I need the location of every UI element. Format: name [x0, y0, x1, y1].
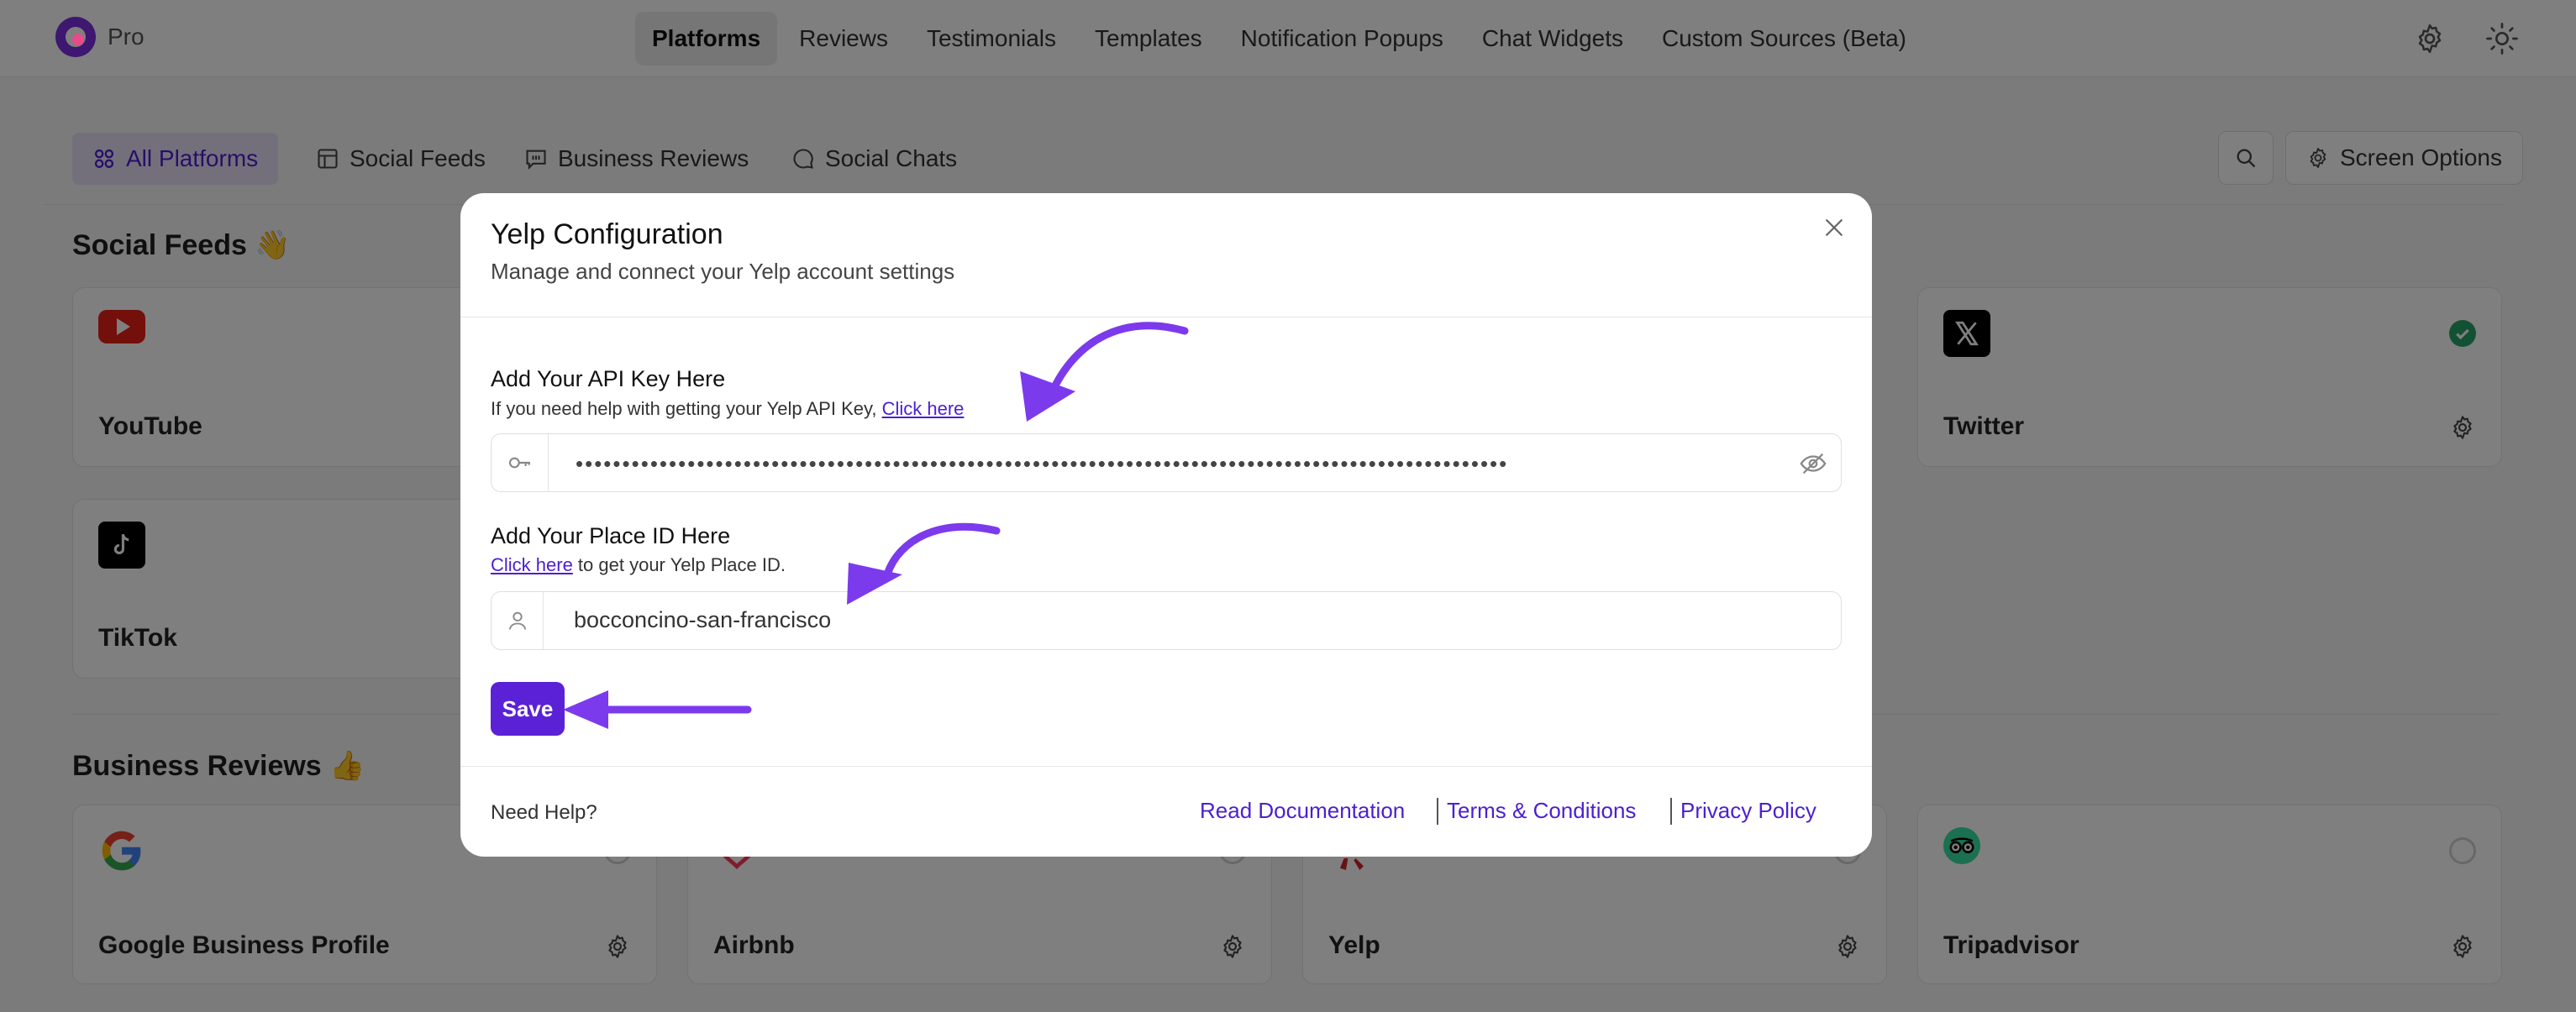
api-key-help-text: If you need help with getting your Yelp …: [491, 398, 882, 419]
save-button[interactable]: Save: [491, 682, 565, 736]
terms-conditions-link[interactable]: Terms & Conditions: [1447, 798, 1636, 824]
need-help-label: Need Help?: [491, 801, 597, 824]
place-id-help-link[interactable]: Click here: [491, 554, 573, 575]
api-key-input[interactable]: ••••••••••••••••••••••••••••••••••••••••…: [491, 433, 1842, 492]
privacy-policy-link[interactable]: Privacy Policy: [1680, 798, 1816, 824]
eye-off-icon[interactable]: [1799, 449, 1827, 478]
annotation-arrow-api-key: [1020, 322, 1189, 422]
modal-footer-divider: [460, 766, 1872, 767]
annotation-arrow-place-id: [847, 522, 1001, 605]
api-key-help-link[interactable]: Click here: [882, 398, 965, 419]
place-id-input[interactable]: bocconcino-san-francisco: [491, 591, 1842, 650]
api-key-help: If you need help with getting your Yelp …: [491, 398, 964, 420]
modal-subtitle: Manage and connect your Yelp account set…: [491, 259, 955, 284]
close-icon[interactable]: [1822, 215, 1847, 240]
modal-title: Yelp Configuration: [491, 218, 723, 250]
place-id-label: Add Your Place ID Here: [491, 523, 731, 548]
place-id-help-text: to get your Yelp Place ID.: [572, 554, 786, 575]
yelp-configuration-modal: Yelp Configuration Manage and connect yo…: [460, 193, 1872, 857]
api-key-value: ••••••••••••••••••••••••••••••••••••••••…: [576, 451, 1509, 476]
read-documentation-link[interactable]: Read Documentation: [1200, 798, 1405, 824]
user-icon: [492, 592, 544, 649]
api-key-label: Add Your API Key Here: [491, 366, 726, 391]
place-id-help: Click here to get your Yelp Place ID.: [491, 554, 786, 576]
footer-separator: [1670, 798, 1672, 825]
place-id-value: bocconcino-san-francisco: [574, 607, 832, 632]
footer-separator: [1437, 798, 1438, 825]
annotation-arrow-save: [563, 690, 752, 729]
key-icon: [492, 434, 549, 491]
